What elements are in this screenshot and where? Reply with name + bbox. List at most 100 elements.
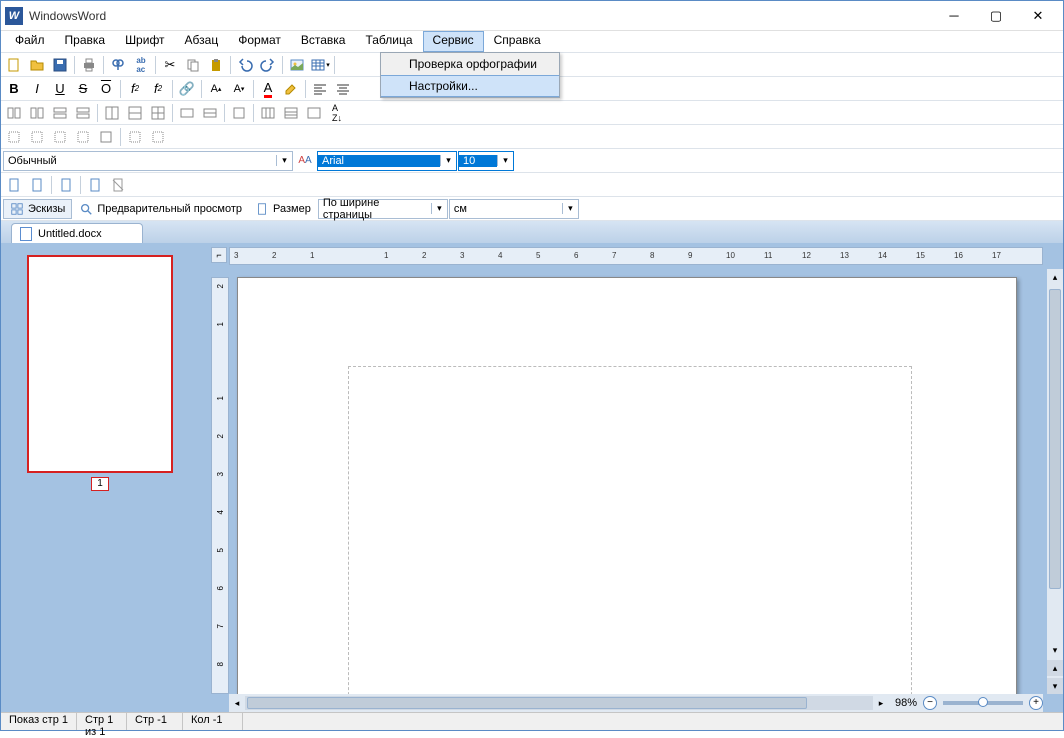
replace-icon[interactable]: abac bbox=[130, 54, 152, 76]
doc-icon-4[interactable] bbox=[84, 174, 106, 196]
zoom-in-button[interactable]: + bbox=[1029, 696, 1043, 710]
border-icon-1[interactable] bbox=[3, 126, 25, 148]
save-icon[interactable] bbox=[49, 54, 71, 76]
insert-table-icon[interactable]: ▾ bbox=[309, 54, 331, 76]
para-icon-12[interactable] bbox=[280, 102, 302, 124]
page-up-icon[interactable]: ▴ bbox=[1047, 660, 1063, 676]
superscript-icon[interactable]: f2 bbox=[147, 78, 169, 100]
new-doc-icon[interactable] bbox=[3, 54, 25, 76]
scroll-right-icon[interactable]: ▸ bbox=[873, 698, 889, 709]
para-icon-6[interactable] bbox=[124, 102, 146, 124]
para-icon-5[interactable] bbox=[101, 102, 123, 124]
align-left-icon[interactable] bbox=[309, 78, 331, 100]
page-scroll[interactable] bbox=[229, 265, 1047, 694]
thumbnails-button[interactable]: Эскизы bbox=[3, 199, 72, 219]
menu-font[interactable]: Шрифт bbox=[115, 31, 174, 52]
para-icon-11[interactable] bbox=[257, 102, 279, 124]
dropdown-spellcheck[interactable]: Проверка орфографии bbox=[381, 53, 559, 75]
redo-icon[interactable] bbox=[257, 54, 279, 76]
cut-icon[interactable]: ✂ bbox=[159, 54, 181, 76]
strike-icon[interactable]: S bbox=[72, 78, 94, 100]
underline-icon[interactable]: U bbox=[49, 78, 71, 100]
vertical-ruler[interactable]: 2 1 1 2 3 4 5 6 7 8 bbox=[211, 277, 229, 694]
menu-help[interactable]: Справка bbox=[484, 31, 551, 52]
border-icon-4[interactable] bbox=[72, 126, 94, 148]
para-icon-3[interactable] bbox=[49, 102, 71, 124]
zoom-out-button[interactable]: − bbox=[923, 696, 937, 710]
preview-button[interactable]: Предварительный просмотр bbox=[73, 199, 248, 219]
overline-icon[interactable]: O bbox=[95, 78, 117, 100]
ruler-corner[interactable]: ⌐ bbox=[211, 247, 227, 263]
italic-icon[interactable]: I bbox=[26, 78, 48, 100]
para-icon-7[interactable] bbox=[147, 102, 169, 124]
para-icon-1[interactable] bbox=[3, 102, 25, 124]
chevron-down-icon: ▾ bbox=[497, 155, 513, 166]
doc-icon-1[interactable] bbox=[3, 174, 25, 196]
menu-file[interactable]: Файл bbox=[5, 31, 55, 52]
vertical-scrollbar[interactable]: ▴ ▾ ▴ ▾ bbox=[1047, 269, 1063, 694]
para-icon-9[interactable] bbox=[199, 102, 221, 124]
unit-combo[interactable]: см ▾ bbox=[449, 199, 579, 219]
zoom-slider[interactable] bbox=[943, 701, 1023, 705]
decrease-font-icon[interactable]: A▾ bbox=[228, 78, 250, 100]
font-color-icon[interactable]: A bbox=[257, 78, 279, 100]
para-icon-8[interactable] bbox=[176, 102, 198, 124]
chevron-down-icon: ▾ bbox=[440, 155, 456, 166]
menu-paragraph[interactable]: Абзац bbox=[175, 31, 229, 52]
horizontal-scrollbar[interactable] bbox=[245, 696, 873, 710]
sort-icon[interactable]: AZ↓ bbox=[326, 102, 348, 124]
document-tab[interactable]: Untitled.docx bbox=[11, 223, 143, 243]
insert-image-icon[interactable] bbox=[286, 54, 308, 76]
size-button[interactable]: Размер bbox=[249, 199, 317, 219]
undo-icon[interactable] bbox=[234, 54, 256, 76]
dropdown-settings[interactable]: Настройки... bbox=[381, 75, 559, 97]
find-icon[interactable] bbox=[107, 54, 129, 76]
highlight-icon[interactable] bbox=[280, 78, 302, 100]
menu-edit[interactable]: Правка bbox=[55, 31, 116, 52]
scroll-left-icon[interactable]: ◂ bbox=[229, 698, 245, 709]
scrollbar-thumb[interactable] bbox=[1049, 289, 1061, 589]
minimize-button[interactable]: ─ bbox=[933, 2, 975, 30]
close-button[interactable]: ✕ bbox=[1017, 2, 1059, 30]
border-icon-6[interactable] bbox=[124, 126, 146, 148]
link-icon[interactable]: 🔗 bbox=[176, 78, 198, 100]
border-icon-5[interactable] bbox=[95, 126, 117, 148]
menubar: Файл Правка Шрифт Абзац Формат Вставка Т… bbox=[1, 31, 1063, 53]
para-icon-4[interactable] bbox=[72, 102, 94, 124]
page-down-icon[interactable]: ▾ bbox=[1047, 678, 1063, 694]
scrollbar-thumb[interactable] bbox=[247, 697, 807, 709]
bold-icon[interactable]: B bbox=[3, 78, 25, 100]
size-combo[interactable]: 10 ▾ bbox=[458, 151, 514, 171]
document-page[interactable] bbox=[237, 277, 1017, 694]
subscript-icon[interactable]: f2 bbox=[124, 78, 146, 100]
para-icon-2[interactable] bbox=[26, 102, 48, 124]
doc-icon-3[interactable] bbox=[55, 174, 77, 196]
page-thumbnail[interactable] bbox=[27, 255, 173, 473]
copy-icon[interactable] bbox=[182, 54, 204, 76]
fit-combo[interactable]: По ширине страницы ▾ bbox=[318, 199, 448, 219]
doc-icon-5[interactable] bbox=[107, 174, 129, 196]
slider-thumb[interactable] bbox=[978, 697, 988, 707]
border-icon-7[interactable] bbox=[147, 126, 169, 148]
align-center-icon[interactable] bbox=[332, 78, 354, 100]
maximize-button[interactable]: ▢ bbox=[975, 2, 1017, 30]
print-icon[interactable] bbox=[78, 54, 100, 76]
scroll-up-icon[interactable]: ▴ bbox=[1047, 269, 1063, 285]
menu-table[interactable]: Таблица bbox=[355, 31, 422, 52]
increase-font-icon[interactable]: A▴ bbox=[205, 78, 227, 100]
style-combo[interactable]: Обычный ▾ bbox=[3, 151, 293, 171]
menu-service[interactable]: Сервис bbox=[423, 31, 484, 52]
border-icon-2[interactable] bbox=[26, 126, 48, 148]
para-icon-13[interactable] bbox=[303, 102, 325, 124]
paste-icon[interactable] bbox=[205, 54, 227, 76]
border-icon-3[interactable] bbox=[49, 126, 71, 148]
font-dialog-icon[interactable]: AA bbox=[294, 150, 316, 172]
scroll-down-icon[interactable]: ▾ bbox=[1047, 642, 1063, 658]
open-icon[interactable] bbox=[26, 54, 48, 76]
horizontal-ruler[interactable]: 3 2 1 1 2 3 4 5 6 7 8 9 10 11 12 13 14 1… bbox=[229, 247, 1043, 265]
menu-format[interactable]: Формат bbox=[228, 31, 291, 52]
para-icon-10[interactable] bbox=[228, 102, 250, 124]
font-combo[interactable]: Arial ▾ bbox=[317, 151, 457, 171]
menu-insert[interactable]: Вставка bbox=[291, 31, 356, 52]
doc-icon-2[interactable] bbox=[26, 174, 48, 196]
